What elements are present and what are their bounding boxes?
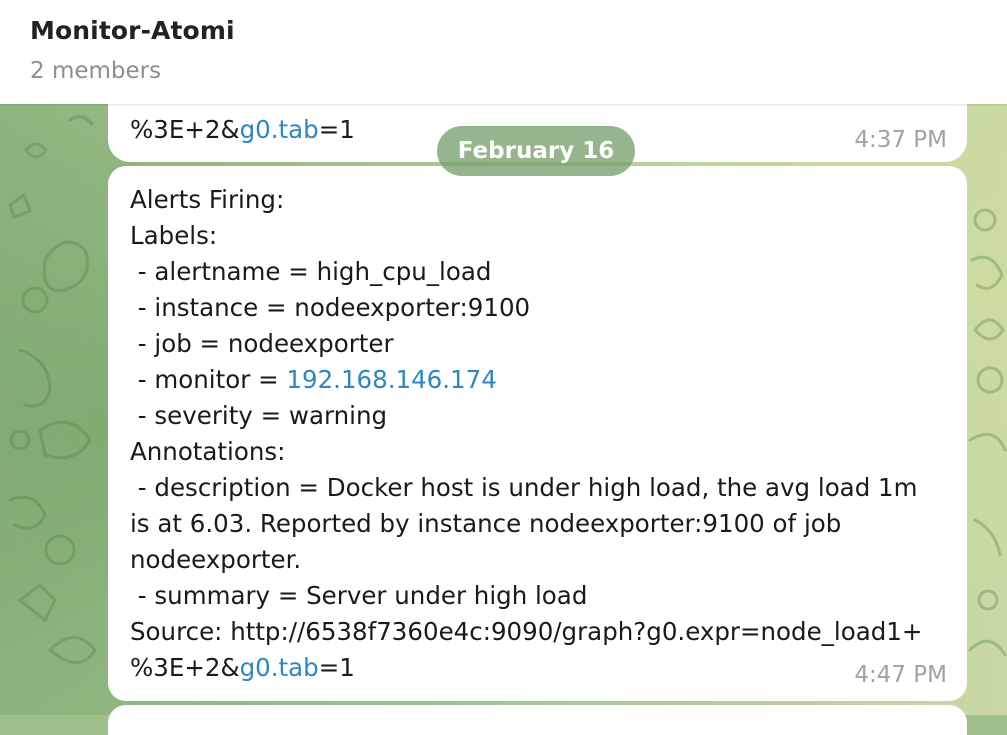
message-line: Labels: bbox=[130, 221, 218, 250]
chat-header[interactable]: Monitor-Atomi 2 members bbox=[0, 0, 1007, 104]
message-line-source-tail: %3E+2&g0.tab=1 bbox=[130, 650, 930, 686]
message-line: - job = nodeexporter bbox=[130, 329, 394, 358]
message-line: - summary = Server under high load bbox=[130, 581, 588, 610]
message-bubble-alert[interactable]: Alerts Firing: Labels: - alertname = hig… bbox=[108, 166, 967, 701]
message-link[interactable]: g0.tab bbox=[240, 653, 319, 682]
text-fragment: =1 bbox=[318, 115, 355, 144]
message-bubble-next[interactable] bbox=[108, 705, 967, 735]
message-text: %3E+2&g0.tab=1 bbox=[130, 112, 355, 148]
text-fragment: - monitor = bbox=[130, 365, 287, 394]
message-line: - alertname = high_cpu_load bbox=[130, 257, 492, 286]
text-fragment: =1 bbox=[318, 653, 355, 682]
message-line: Annotations: bbox=[130, 437, 286, 466]
text-fragment: %3E+2& bbox=[130, 115, 240, 144]
message-line-monitor: - monitor = 192.168.146.174 bbox=[130, 362, 930, 398]
message-text: Alerts Firing: Labels: - alertname = hig… bbox=[130, 182, 930, 686]
chat-member-count: 2 members bbox=[30, 58, 162, 84]
message-line: - instance = nodeexporter:9100 bbox=[130, 293, 531, 322]
message-line: Alerts Firing: bbox=[130, 185, 285, 214]
message-line: - severity = warning bbox=[130, 401, 388, 430]
text-fragment: %3E+2& bbox=[130, 653, 240, 682]
message-link[interactable]: g0.tab bbox=[240, 115, 319, 144]
ip-address-link[interactable]: 192.168.146.174 bbox=[286, 365, 496, 394]
message-line-source: Source: http://6538f7360e4c:9090/graph?g… bbox=[130, 617, 923, 646]
date-separator: February 16 bbox=[437, 126, 635, 176]
chat-title[interactable]: Monitor-Atomi bbox=[30, 16, 235, 45]
message-timestamp: 4:37 PM bbox=[854, 127, 947, 153]
message-line-description: - description = Docker host is under hig… bbox=[130, 473, 926, 574]
message-timestamp: 4:47 PM bbox=[854, 662, 947, 688]
